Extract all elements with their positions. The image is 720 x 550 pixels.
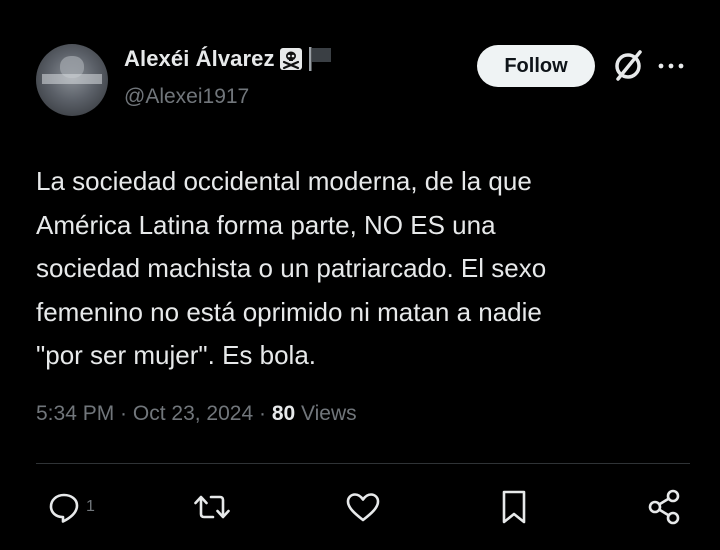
- avatar[interactable]: [36, 44, 108, 116]
- bookmark-icon: [502, 490, 526, 524]
- black-flag-icon: [307, 46, 333, 72]
- meta-separator: ·: [114, 402, 133, 425]
- views-label: Views: [301, 402, 357, 425]
- tweet-meta: 5:34 PM · Oct 23, 2024 · 80 Views: [36, 402, 357, 426]
- divider: [36, 463, 690, 464]
- share-button[interactable]: [646, 488, 684, 526]
- views-count: 80: [271, 402, 296, 425]
- more-options-icon[interactable]: [655, 54, 687, 78]
- author-name-row[interactable]: Alexéi Álvarez: [124, 46, 333, 72]
- grok-icon[interactable]: [608, 46, 648, 86]
- reply-button[interactable]: 1: [46, 488, 95, 526]
- reply-count: 1: [86, 498, 95, 515]
- share-icon: [648, 489, 680, 525]
- author-display-name[interactable]: Alexéi Álvarez: [124, 46, 275, 72]
- meta-separator: ·: [253, 402, 272, 425]
- bookmark-button[interactable]: [498, 488, 530, 526]
- like-button[interactable]: [344, 488, 382, 526]
- retweet-button[interactable]: [192, 488, 232, 526]
- tweet-text: La sociedad occidental moderna, de la qu…: [36, 166, 547, 370]
- avatar-band: [42, 74, 102, 84]
- follow-button[interactable]: Follow: [477, 45, 595, 87]
- like-icon: [346, 493, 380, 522]
- skull-and-crossbones-icon: [279, 47, 303, 71]
- reply-icon: [49, 493, 79, 523]
- tweet-time[interactable]: 5:34 PM: [36, 402, 114, 426]
- author-handle[interactable]: @Alexei1917: [124, 85, 249, 109]
- tweet-date[interactable]: Oct 23, 2024: [133, 402, 253, 426]
- retweet-icon: [194, 495, 230, 519]
